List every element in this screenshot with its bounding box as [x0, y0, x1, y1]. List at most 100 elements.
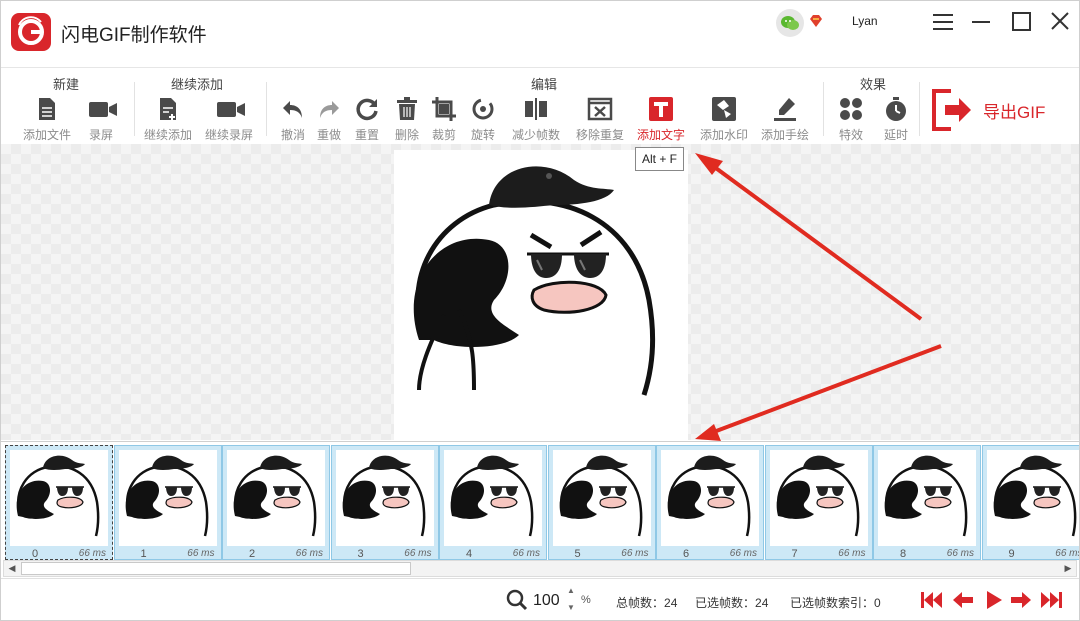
- frame-thumbnail[interactable]: 8 66 ms: [873, 445, 981, 560]
- close-icon[interactable]: [1045, 9, 1075, 35]
- frame-filmstrip: 0 66 ms 1 66 ms 2 66 ms 3 66 ms 4 66 ms 5 66 ms 6 66 …: [1, 441, 1079, 562]
- frame-thumbnail-image: [986, 450, 1079, 546]
- selected-frames-stat: 已选帧数：24: [695, 596, 769, 610]
- frame-thumbnail-image: [335, 450, 434, 546]
- frame-thumbnail[interactable]: 0 66 ms: [5, 445, 113, 560]
- reduce-frames-button[interactable]: 减少帧数: [506, 92, 566, 142]
- frame-index: 7: [791, 548, 798, 560]
- video-camera-icon: [216, 96, 245, 122]
- next-frame-icon[interactable]: [1009, 590, 1033, 610]
- app-logo-icon: [11, 13, 51, 51]
- frame-thumbnail[interactable]: 1 66 ms: [113, 445, 222, 560]
- watermark-icon: [711, 96, 737, 122]
- frame-index: 2: [249, 548, 256, 560]
- gif-preview-image[interactable]: [394, 150, 688, 440]
- total-frames-stat: 总帧数：24: [616, 596, 678, 610]
- app-title: 闪电GIF制作软件: [61, 25, 207, 46]
- divider: [919, 82, 920, 136]
- frame-thumbnail[interactable]: 2 66 ms: [222, 445, 330, 560]
- add-file-button[interactable]: 添加文件: [17, 92, 77, 142]
- scroll-right-arrow-icon[interactable]: ▶: [1060, 561, 1076, 576]
- tooltip-shortcut: Alt + F: [635, 147, 684, 171]
- vip-diamond-icon[interactable]: [808, 13, 824, 29]
- frame-thumbnail[interactable]: 4 66 ms: [439, 445, 547, 560]
- delay-button[interactable]: 延时: [866, 92, 926, 142]
- export-icon: [932, 89, 971, 131]
- frame-thumbnail-image: [661, 450, 759, 546]
- first-frame-icon[interactable]: [920, 590, 944, 610]
- add-drawing-button[interactable]: 添加手绘: [755, 92, 815, 142]
- frame-thumbnail-image: [769, 450, 868, 546]
- rotate-icon: [470, 96, 496, 122]
- frame-thumbnail[interactable]: 9 66 ms: [981, 445, 1079, 560]
- zoom-magnifier-icon[interactable]: [506, 589, 528, 611]
- frame-thumbnail-image: [552, 450, 651, 546]
- selected-index-stat: 已选帧数索引：0: [790, 596, 881, 610]
- horizontal-scrollbar[interactable]: ◀ ▶: [3, 560, 1077, 577]
- zoom-down-icon[interactable]: ▼: [567, 603, 575, 612]
- document-icon: [34, 96, 60, 122]
- add-text-button[interactable]: 添加文字: [631, 92, 691, 142]
- preview-canvas: [1, 144, 1079, 440]
- group-label-edit: 编辑: [531, 77, 558, 92]
- frame-thumbnail-image: [878, 450, 976, 546]
- zoom-unit: %: [581, 594, 591, 606]
- rotate-button[interactable]: 旋转: [453, 92, 513, 142]
- frame-thumbnail-image: [444, 450, 542, 546]
- frame-thumbnail[interactable]: 5 66 ms: [547, 445, 656, 560]
- remove-duplicates-button[interactable]: 移除重复: [570, 92, 630, 142]
- continue-record-button[interactable]: 继续录屏: [199, 92, 259, 142]
- frame-delay: 66 ms: [404, 548, 432, 559]
- frame-index: 9: [1008, 548, 1015, 560]
- frame-delay: 66 ms: [295, 548, 323, 559]
- frame-delay: 66 ms: [512, 548, 540, 559]
- group-label-continue: 继续添加: [171, 77, 224, 92]
- video-camera-icon: [88, 96, 117, 122]
- divider: [134, 82, 135, 136]
- frame-delay: 66 ms: [621, 548, 649, 559]
- selected-frames-value: 24: [755, 596, 769, 610]
- frame-index: 6: [683, 548, 690, 560]
- frame-thumbnail[interactable]: 3 66 ms: [330, 445, 439, 560]
- frame-delay: 66 ms: [729, 548, 757, 559]
- frame-index: 8: [900, 548, 907, 560]
- scrollbar-thumb[interactable]: [21, 562, 411, 575]
- frame-index: 3: [357, 548, 364, 560]
- add-watermark-button[interactable]: 添加水印: [694, 92, 754, 142]
- minimize-icon[interactable]: [966, 9, 996, 35]
- app-window: 闪电GIF制作软件 Lyan 新建 继续添加 编辑 效果 添加文件 录屏 继续添…: [0, 0, 1080, 621]
- text-icon: [648, 96, 674, 122]
- zoom-value[interactable]: 100: [533, 592, 560, 610]
- frame-delay: 66 ms: [838, 548, 866, 559]
- maximize-icon[interactable]: [1006, 9, 1036, 35]
- group-label-new: 新建: [53, 77, 80, 92]
- stopwatch-icon: [883, 96, 909, 122]
- frame-delay: 66 ms: [946, 548, 974, 559]
- group-label-effects: 效果: [860, 77, 887, 92]
- frame-index: 1: [140, 548, 147, 560]
- total-frames-value: 24: [664, 596, 678, 610]
- continue-add-button[interactable]: 继续添加: [138, 92, 198, 142]
- remove-duplicate-icon: [587, 96, 613, 122]
- title-bar: 闪电GIF制作软件 Lyan: [1, 1, 1079, 63]
- previous-frame-icon[interactable]: [951, 590, 975, 610]
- brush-icon: [772, 96, 798, 122]
- frame-delay: 66 ms: [1055, 548, 1079, 559]
- export-gif-button[interactable]: 导出GIF: [929, 86, 1059, 134]
- frame-thumbnail-image: [118, 450, 217, 546]
- toolbar-ribbon: 新建 继续添加 编辑 效果 添加文件 录屏 继续添加 继续录屏 撤消 重做 重置…: [1, 67, 1079, 143]
- play-icon[interactable]: [982, 590, 1006, 610]
- last-frame-icon[interactable]: [1039, 590, 1063, 610]
- scroll-left-arrow-icon[interactable]: ◀: [4, 561, 20, 576]
- menu-icon[interactable]: [928, 9, 958, 35]
- frame-index: 0: [32, 548, 39, 560]
- record-screen-button[interactable]: 录屏: [71, 92, 131, 142]
- zoom-up-icon[interactable]: ▲: [567, 586, 575, 595]
- wechat-icon[interactable]: [776, 9, 804, 37]
- frame-thumbnail-image: [227, 450, 325, 546]
- frame-thumbnail[interactable]: 7 66 ms: [764, 445, 873, 560]
- username[interactable]: Lyan: [852, 14, 878, 28]
- frame-delay: 66 ms: [187, 548, 215, 559]
- frame-thumbnail[interactable]: 6 66 ms: [656, 445, 764, 560]
- frame-thumbnail-image: [10, 450, 108, 546]
